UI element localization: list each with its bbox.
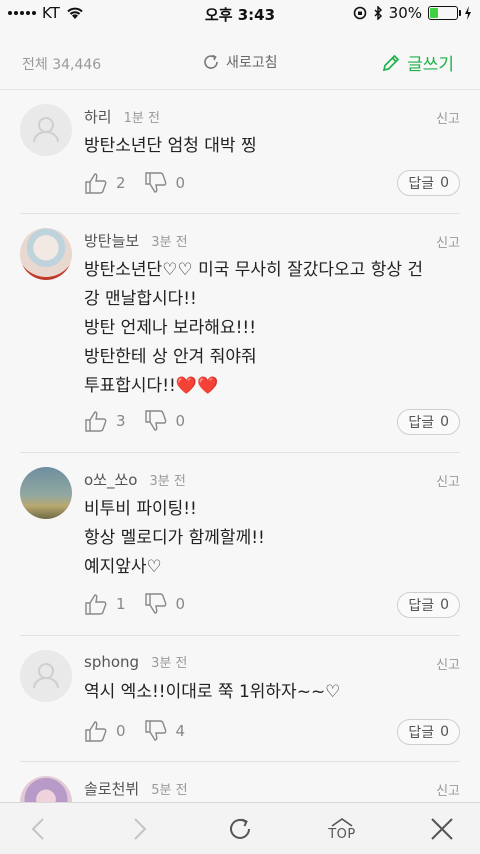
reply-label: 답글 xyxy=(408,725,435,741)
reply-button[interactable]: 답글 0 xyxy=(397,592,460,618)
thumbs-up-icon[interactable] xyxy=(84,172,108,194)
vote-actions: 1 0 xyxy=(84,593,203,615)
avatar[interactable] xyxy=(20,776,72,802)
refresh-icon xyxy=(204,54,218,69)
thumbs-up-icon[interactable] xyxy=(84,410,108,432)
vote-actions: 2 0 xyxy=(84,172,203,194)
dislike-count: 0 xyxy=(175,595,186,613)
charging-icon xyxy=(465,6,471,20)
comment-text: 방탄소년단 엄청 대박 찡 xyxy=(84,136,257,156)
thumbs-up-icon[interactable] xyxy=(84,720,108,742)
dislike-count: 4 xyxy=(175,722,186,740)
thumbs-down-icon[interactable] xyxy=(144,720,168,742)
dislike-count: 0 xyxy=(175,412,186,430)
comment-item: 하리 1분 전 신고 방탄소년단 엄청 대박 찡 2 0 답글 0 xyxy=(20,90,460,214)
close-button[interactable] xyxy=(420,803,464,854)
timestamp: 3분 전 xyxy=(151,235,188,250)
battery-icon xyxy=(428,6,461,20)
timestamp: 1분 전 xyxy=(123,111,160,126)
vote-actions: 0 4 xyxy=(84,720,203,742)
reply-label: 답글 xyxy=(408,598,435,614)
avatar[interactable] xyxy=(20,650,72,702)
nickname[interactable]: sphong xyxy=(84,653,139,671)
write-button[interactable]: 글쓰기 xyxy=(381,50,454,75)
timestamp: 3분 전 xyxy=(151,656,188,671)
chevron-up-icon xyxy=(331,817,353,827)
reply-label: 답글 xyxy=(408,176,435,192)
default-avatar-icon xyxy=(33,663,59,689)
rotation-lock-icon xyxy=(353,6,366,20)
reply-button[interactable]: 답글 0 xyxy=(397,409,460,435)
vote-actions: 3 0 xyxy=(84,410,203,432)
nickname[interactable]: 하리 xyxy=(84,106,112,127)
timestamp: 5분 전 xyxy=(151,783,188,798)
status-bar: KT 오후 3:43 30% xyxy=(0,0,480,28)
total-count: 전체 34,446 xyxy=(22,57,102,73)
close-icon xyxy=(431,818,453,840)
comment-text-body: 방탄소년단♡♡ 미국 무사히 잘갔다오고 항상 건 강 맨날합시다!! 방탄 언… xyxy=(84,260,424,396)
avatar[interactable] xyxy=(20,467,72,519)
default-avatar-icon xyxy=(33,117,59,143)
reply-count: 0 xyxy=(440,414,449,430)
bluetooth-icon xyxy=(374,6,382,20)
write-label: 글쓰기 xyxy=(407,55,454,75)
battery-percent: 30% xyxy=(388,4,422,22)
report-button[interactable]: 신고 xyxy=(436,232,460,251)
avatar[interactable] xyxy=(20,228,72,280)
comment-meta: 솔로천뷔 5분 전 xyxy=(84,778,188,799)
like-count: 2 xyxy=(116,174,126,192)
thumbs-down-icon[interactable] xyxy=(144,172,168,194)
comment-meta: 방탄늘보 3분 전 xyxy=(84,230,188,251)
scroll-top-button[interactable]: TOP xyxy=(316,803,368,854)
comment-text: 역시 엑소!!이대로 쭉 1위하자~~♡ xyxy=(84,682,341,702)
comment-header: 전체 34,446 새로고침 글쓰기 xyxy=(0,28,480,90)
like-count: 1 xyxy=(116,595,126,613)
reply-count: 0 xyxy=(440,724,449,740)
avatar[interactable] xyxy=(20,104,72,156)
nickname[interactable]: o쏘_쏘o xyxy=(84,469,137,490)
pencil-icon xyxy=(382,54,400,71)
nickname[interactable]: 솔로천뷔 xyxy=(84,778,139,799)
thumbs-down-icon[interactable] xyxy=(144,593,168,615)
reply-button[interactable]: 답글 0 xyxy=(397,170,460,196)
comment-list: 하리 1분 전 신고 방탄소년단 엄청 대박 찡 2 0 답글 0 방탄늘보 3… xyxy=(0,90,480,802)
top-label: TOP xyxy=(328,826,356,842)
status-right: 30% xyxy=(353,4,472,22)
forward-button[interactable] xyxy=(120,803,160,854)
report-button[interactable]: 신고 xyxy=(436,471,460,490)
thumbs-down-icon[interactable] xyxy=(144,410,168,432)
like-count: 0 xyxy=(116,722,126,740)
reply-count: 0 xyxy=(440,175,449,191)
timestamp: 3분 전 xyxy=(149,474,186,489)
refresh-button[interactable]: 새로고침 xyxy=(202,52,278,72)
heart-emoji: ❤️❤️ xyxy=(175,376,219,396)
comment-meta: sphong 3분 전 xyxy=(84,652,187,671)
comment-text: 비투비 파이팅!! 항상 멜로디가 함께할께!! 예지앞사♡ xyxy=(84,499,265,577)
nickname[interactable]: 방탄늘보 xyxy=(84,230,139,251)
back-button[interactable] xyxy=(18,803,58,854)
browser-toolbar: TOP xyxy=(0,802,480,854)
comment-meta: 하리 1분 전 xyxy=(84,106,160,127)
reload-button[interactable] xyxy=(220,803,260,854)
comment-text: 방탄소년단♡♡ 미국 무사히 잘갔다오고 항상 건 강 맨날합시다!! 방탄 언… xyxy=(84,256,474,401)
reload-icon xyxy=(230,818,250,839)
reply-button[interactable]: 답글 0 xyxy=(397,719,460,745)
dislike-count: 0 xyxy=(175,174,186,192)
report-button[interactable]: 신고 xyxy=(436,780,460,799)
battery-fill xyxy=(430,8,438,18)
refresh-label: 새로고침 xyxy=(226,55,278,71)
comment-item: 방탄늘보 3분 전 신고 방탄소년단♡♡ 미국 무사히 잘갔다오고 항상 건 강… xyxy=(20,214,460,453)
reply-label: 답글 xyxy=(408,415,435,431)
comment-item: 솔로천뷔 5분 전 신고 xyxy=(20,762,460,802)
report-button[interactable]: 신고 xyxy=(436,108,460,127)
reply-count: 0 xyxy=(440,597,449,613)
report-button[interactable]: 신고 xyxy=(436,654,460,673)
comment-item: sphong 3분 전 신고 역시 엑소!!이대로 쭉 1위하자~~♡ 0 4 … xyxy=(20,636,460,762)
chevron-left-icon xyxy=(31,818,44,840)
comment-meta: o쏘_쏘o 3분 전 xyxy=(84,469,186,490)
chevron-right-icon xyxy=(134,818,147,840)
comment-item: o쏘_쏘o 3분 전 신고 비투비 파이팅!! 항상 멜로디가 함께할께!! 예… xyxy=(20,453,460,636)
like-count: 3 xyxy=(116,412,126,430)
thumbs-up-icon[interactable] xyxy=(84,593,108,615)
